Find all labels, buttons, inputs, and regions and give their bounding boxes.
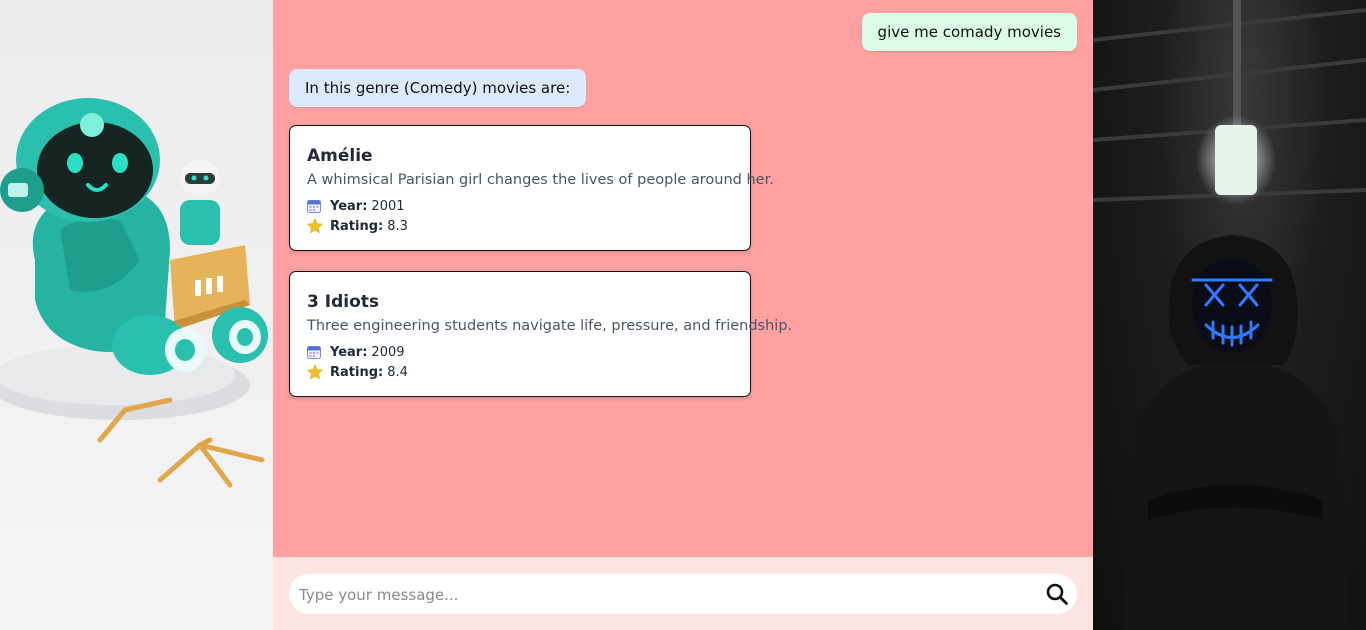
movie-card: Amélie A whimsical Parisian girl changes…: [289, 125, 774, 251]
movie-year-row: Year: 2001: [307, 196, 734, 216]
bot-message-bubble: In this genre (Comedy) movies are:: [289, 69, 587, 107]
message-input-wrapper: [289, 574, 1077, 616]
movie-rating-row: Rating: 8.4: [307, 362, 734, 382]
chat-area[interactable]: give me comady movies In this genre (Com…: [273, 0, 1093, 557]
movie-description: Three engineering students navigate life…: [307, 318, 793, 334]
user-message-bubble: give me comady movies: [861, 13, 1077, 51]
movie-description: A whimsical Parisian girl changes the li…: [307, 172, 774, 188]
message-composer: [273, 557, 1093, 630]
message-input[interactable]: [297, 574, 1031, 616]
calendar-icon: [307, 345, 323, 359]
year-value: 2001: [371, 198, 405, 214]
movie-card: 3 Idiots Three engineering students navi…: [289, 271, 793, 397]
movie-rating-row: Rating: 8.3: [307, 216, 734, 236]
movie-title: 3 Idiots: [307, 292, 379, 312]
rating-label: Rating:: [330, 364, 384, 380]
robot-illustration: [0, 0, 273, 630]
year-value: 2009: [371, 344, 405, 360]
rating-value: 8.4: [387, 364, 408, 380]
rating-value: 8.3: [387, 218, 408, 234]
star-icon: [307, 364, 323, 380]
hooded-figure-photo: [1093, 0, 1366, 630]
movie-year-row: Year: 2009: [307, 342, 734, 362]
movie-title: Amélie: [307, 146, 373, 166]
rating-label: Rating:: [330, 218, 384, 234]
search-icon[interactable]: [1045, 582, 1069, 606]
star-icon: [307, 218, 323, 234]
year-label: Year:: [330, 198, 368, 214]
calendar-icon: [307, 199, 323, 213]
year-label: Year:: [330, 344, 368, 360]
